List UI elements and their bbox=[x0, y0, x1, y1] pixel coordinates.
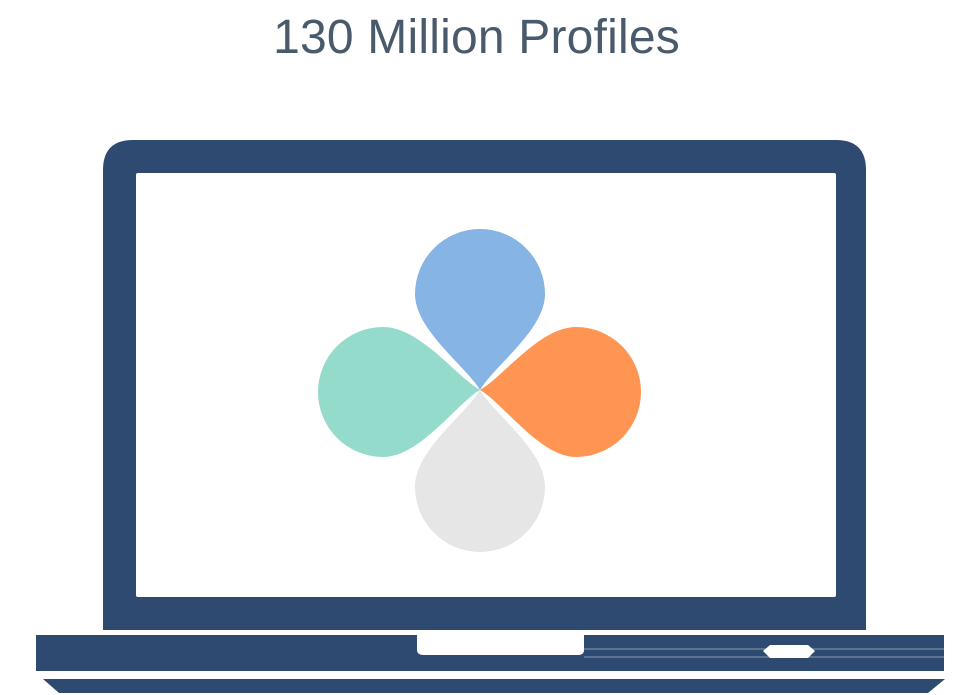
indicator-light-icon bbox=[763, 645, 815, 658]
page: 130 Million Profiles bbox=[0, 0, 953, 695]
laptop-base-icon bbox=[36, 635, 945, 693]
laptop-bottom-bevel bbox=[43, 679, 945, 693]
laptop-illustration bbox=[36, 140, 945, 693]
trackpad-notch bbox=[417, 635, 584, 655]
